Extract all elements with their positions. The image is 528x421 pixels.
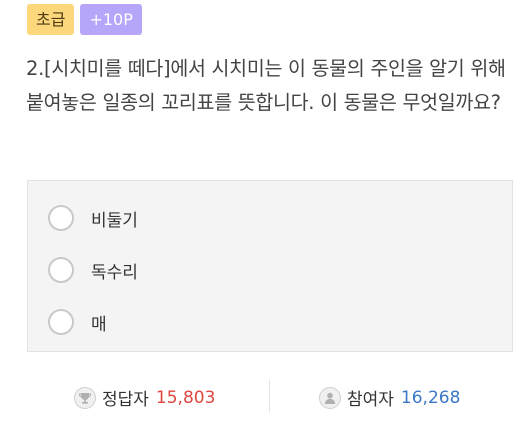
stats-divider <box>269 380 270 412</box>
answer-options: 비둘기 독수리 매 <box>27 180 513 352</box>
participants-label: 참여자 <box>347 390 394 410</box>
participants-count: 16,268 <box>400 387 461 408</box>
participants-stat: 참여자 16,268 <box>319 385 460 410</box>
option-label: 비둘기 <box>91 210 138 231</box>
stats-bar: 정답자 15,803 참여자 16,268 <box>0 372 528 420</box>
radio-button[interactable] <box>48 309 74 335</box>
trophy-icon <box>74 386 96 409</box>
correct-label: 정답자 <box>102 390 149 410</box>
points-badge: +10P <box>80 4 142 35</box>
radio-button[interactable] <box>48 257 74 283</box>
option-label: 매 <box>91 314 107 335</box>
option-1[interactable]: 비둘기 <box>48 202 138 234</box>
correct-count: 15,803 <box>155 387 216 408</box>
level-badge: 초급 <box>27 4 75 35</box>
radio-button[interactable] <box>48 205 74 231</box>
option-2[interactable]: 독수리 <box>48 254 138 286</box>
option-3[interactable]: 매 <box>48 306 107 338</box>
person-icon <box>319 386 341 409</box>
correct-stat: 정답자 15,803 <box>74 385 215 410</box>
option-label: 독수리 <box>91 262 138 283</box>
badge-row: 초급 +10P <box>27 4 142 35</box>
question-text: 2.[시치미를 떼다]에서 시치미는 이 동물의 주인을 알기 위해 붙여놓은 … <box>26 57 506 114</box>
